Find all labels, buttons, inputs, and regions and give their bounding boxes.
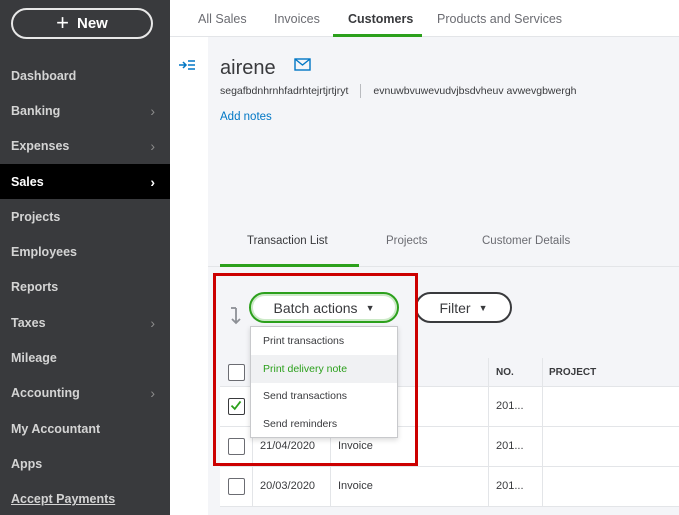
sidebar-item-accept-payments[interactable]: Accept Payments <box>0 482 170 515</box>
sidebar-item-accounting[interactable]: Accounting › <box>0 376 170 411</box>
sidebar-item-label: Sales <box>11 174 44 189</box>
sidebar-item-label: Reports <box>11 280 59 295</box>
row-checkbox[interactable] <box>228 478 245 495</box>
column-header-no: NO. <box>496 367 514 378</box>
caret-down-icon: ▼ <box>365 302 375 313</box>
cell-date: 21/04/2020 <box>260 440 316 452</box>
row-checkbox[interactable] <box>228 438 245 455</box>
menu-item-send-transactions[interactable]: Send transactions <box>251 383 397 411</box>
sidebar-item-label: Taxes <box>11 315 46 330</box>
mail-icon[interactable] <box>294 58 311 71</box>
column-divider <box>542 427 543 466</box>
sidebar-item-reports[interactable]: Reports <box>0 270 170 305</box>
sidebar-item-banking[interactable]: Banking › <box>0 93 170 128</box>
new-button[interactable]: + New <box>11 8 153 39</box>
chevron-right-icon: › <box>150 314 155 331</box>
column-header-project: PROJECT <box>549 367 597 378</box>
column-divider <box>488 387 489 426</box>
filter-button[interactable]: Filter ▼ <box>415 292 512 323</box>
sidebar-item-employees[interactable]: Employees <box>0 234 170 269</box>
table-row[interactable]: 20/03/2020 Invoice 201... <box>220 467 679 507</box>
sort-icon[interactable] <box>229 306 243 326</box>
customer-company: segafbdnhrnhfadrhtejrtjrtjryt <box>220 84 349 97</box>
divider <box>360 84 362 98</box>
customer-meta: segafbdnhrnhfadrhtejrtjrtjryt evnuwbvuwev… <box>220 84 577 98</box>
sidebar-item-label: Banking <box>11 103 61 118</box>
tab-all-sales[interactable]: All Sales <box>198 12 247 26</box>
cell-date: 20/03/2020 <box>260 480 316 492</box>
sidebar-item-my-accountant[interactable]: My Accountant <box>0 411 170 446</box>
sidebar-item-mileage[interactable]: Mileage <box>0 340 170 375</box>
cell-no: 201... <box>496 400 524 412</box>
column-divider <box>542 467 543 506</box>
batch-actions-label: Batch actions <box>273 299 358 316</box>
customer-address: evnuwbvuwevudvjbsdvheuv avwevgbwergh <box>373 84 577 97</box>
top-tabs: All Sales Invoices Customers Products an… <box>170 0 679 37</box>
row-checkbox[interactable] <box>228 398 245 415</box>
chevron-right-icon: › <box>150 385 155 402</box>
tab-products-and-services[interactable]: Products and Services <box>437 12 562 26</box>
new-button-label: New <box>77 15 108 32</box>
sidebar-item-label: Mileage <box>11 351 57 366</box>
menu-item-print-delivery-note[interactable]: Print delivery note <box>251 354 397 383</box>
plus-icon: + <box>56 9 69 35</box>
menu-item-send-reminders[interactable]: Send reminders <box>251 410 397 438</box>
cell-no: 201... <box>496 480 524 492</box>
tab-customers[interactable]: Customers <box>348 12 413 26</box>
select-all-checkbox[interactable] <box>228 364 245 381</box>
caret-down-icon: ▼ <box>478 302 488 313</box>
batch-actions-button[interactable]: Batch actions ▼ <box>249 292 399 323</box>
column-divider <box>488 467 489 506</box>
tab-customer-details[interactable]: Customer Details <box>482 235 570 247</box>
sidebar-item-label: Accept Payments <box>11 492 116 507</box>
sidebar-item-label: Expenses <box>11 139 70 154</box>
menu-item-print-transactions[interactable]: Print transactions <box>251 327 397 355</box>
sidebar-item-label: Employees <box>11 245 78 260</box>
active-subtab-indicator <box>220 264 359 267</box>
column-divider <box>330 467 331 506</box>
column-divider <box>252 467 253 506</box>
panel-collapse-strip <box>170 37 208 515</box>
sidebar-item-apps[interactable]: Apps <box>0 446 170 481</box>
tab-transaction-list[interactable]: Transaction List <box>247 235 328 247</box>
sidebar-item-taxes[interactable]: Taxes › <box>0 305 170 340</box>
sidebar-item-label: Dashboard <box>11 68 77 83</box>
column-divider <box>488 427 489 466</box>
cell-no: 201... <box>496 440 524 452</box>
sidebar-item-label: Accounting <box>11 386 80 401</box>
column-divider <box>542 358 543 386</box>
chevron-right-icon: › <box>150 173 155 190</box>
check-icon <box>230 400 242 411</box>
tab-projects[interactable]: Projects <box>386 235 428 247</box>
sidebar-item-dashboard[interactable]: Dashboard <box>0 58 170 93</box>
sidebar: + New Dashboard Banking › Expenses › Sales… <box>0 0 170 515</box>
add-notes-link[interactable]: Add notes <box>220 111 272 123</box>
sidebar-item-projects[interactable]: Projects <box>0 199 170 234</box>
collapse-panel-icon[interactable] <box>178 58 196 72</box>
sidebar-nav: Dashboard Banking › Expenses › Sales › Proj… <box>0 58 170 515</box>
sidebar-item-sales[interactable]: Sales › <box>0 163 170 200</box>
customer-name: airene <box>220 57 276 79</box>
filter-label: Filter <box>439 299 471 316</box>
cell-type: Invoice <box>338 440 373 452</box>
sub-tabs: Transaction List Projects Customer Detai… <box>208 227 679 267</box>
column-divider <box>488 358 489 386</box>
cell-type: Invoice <box>338 480 373 492</box>
sidebar-item-label: My Accountant <box>11 421 101 436</box>
column-divider <box>542 387 543 426</box>
batch-actions-menu: Print transactions Print delivery note S… <box>250 326 398 438</box>
sidebar-item-label: Projects <box>11 209 61 224</box>
sidebar-item-label: Apps <box>11 456 43 471</box>
sidebar-item-expenses[interactable]: Expenses › <box>0 129 170 164</box>
chevron-right-icon: › <box>150 102 155 119</box>
chevron-right-icon: › <box>150 138 155 155</box>
customer-header: airene segafbdnhrnhfadrhtejrtjrtjryt evnu… <box>208 37 679 267</box>
tab-invoices[interactable]: Invoices <box>274 12 320 26</box>
